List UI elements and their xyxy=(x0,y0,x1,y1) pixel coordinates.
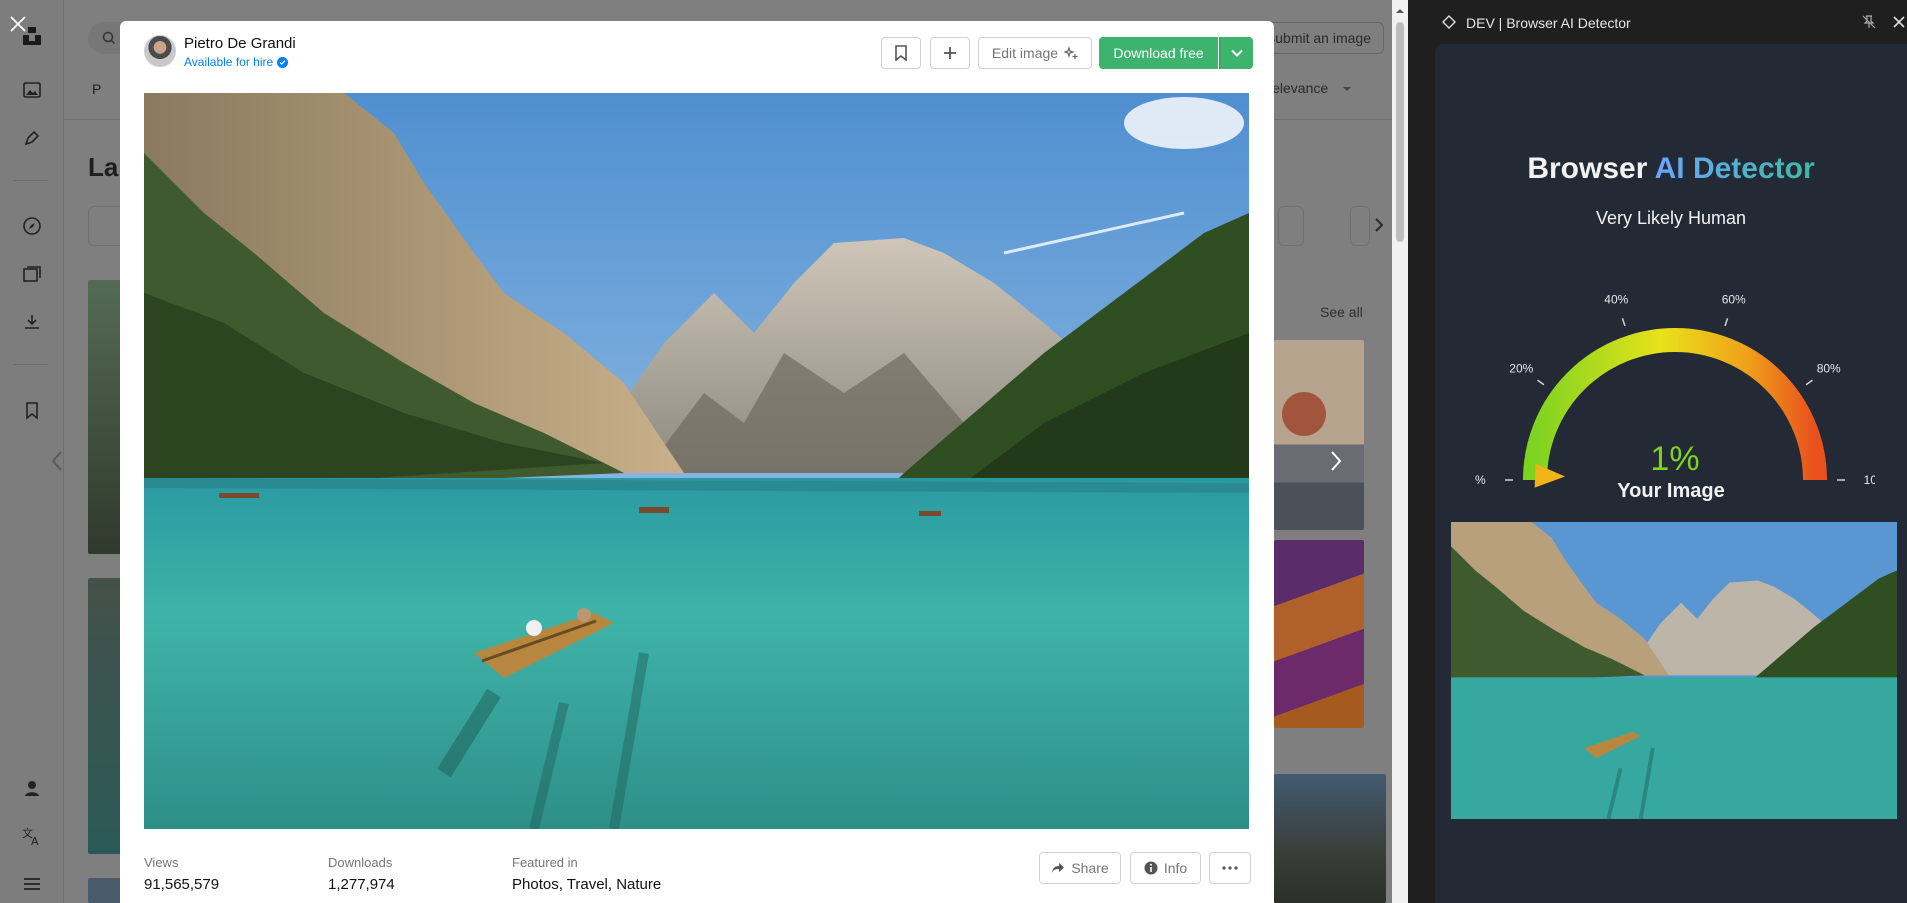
gauge-tick-mark xyxy=(1621,318,1626,327)
chevron-down-icon xyxy=(1230,49,1243,57)
caret-down-icon xyxy=(1343,87,1352,91)
info-icon xyxy=(1144,861,1158,875)
verdict-text: Very Likely Human xyxy=(1595,208,1747,228)
download-options-button[interactable] xyxy=(1219,37,1253,69)
photos-icon[interactable] xyxy=(20,78,44,102)
extension-logo-icon xyxy=(1442,15,1456,29)
see-all-link[interactable]: See all xyxy=(1320,304,1363,320)
scroll-up-arrow-icon[interactable] xyxy=(1395,6,1405,16)
your-image-heading: Your Image xyxy=(1617,480,1725,502)
close-panel-icon[interactable] xyxy=(1892,15,1906,29)
chevron-right-icon xyxy=(1331,451,1342,471)
gauge-tick-label: 20% xyxy=(1509,361,1533,375)
bookmark-icon[interactable] xyxy=(20,398,44,422)
edit-image-button[interactable]: Edit image xyxy=(978,37,1092,69)
tab-photos-partial[interactable]: P xyxy=(92,81,101,97)
downloads-label: Downloads xyxy=(328,855,393,870)
thumbnail[interactable] xyxy=(1274,540,1364,728)
ai-probability-gauge: 0%20%40%60%80%100% 1% xyxy=(1475,292,1875,488)
info-label: Info xyxy=(1163,860,1188,876)
gauge-value-label: 1% xyxy=(1650,440,1699,478)
scrollbar-thumb[interactable] xyxy=(1396,22,1404,242)
ellipsis-icon xyxy=(1222,866,1238,870)
more-options-button[interactable] xyxy=(1209,852,1251,884)
next-image-button[interactable] xyxy=(1321,446,1351,476)
info-button[interactable]: Info xyxy=(1130,852,1201,884)
share-button[interactable]: Share xyxy=(1039,852,1121,884)
thumbnail[interactable] xyxy=(88,578,122,854)
main-photo[interactable] xyxy=(144,93,1249,829)
chevron-right-icon[interactable] xyxy=(1374,218,1384,232)
gauge-tick-mark xyxy=(1805,379,1813,386)
views-stat: Views 91,565,579 xyxy=(144,855,219,893)
close-icon[interactable] xyxy=(8,14,28,34)
panel-title: DEV | Browser AI Detector xyxy=(1466,15,1631,31)
svg-text:A: A xyxy=(31,835,39,846)
filter-pill[interactable] xyxy=(1278,206,1304,246)
thumbnail-sun-shape xyxy=(1282,392,1326,436)
featured-label: Featured in xyxy=(512,855,578,870)
search-icon xyxy=(102,31,116,45)
section-title-partial: La xyxy=(88,152,119,182)
photo-modal: Pietro De Grandi Available for hire Edit… xyxy=(120,21,1274,903)
edit-image-label: Edit image xyxy=(991,45,1059,61)
previous-image-button[interactable] xyxy=(42,446,72,476)
bookmark-button[interactable] xyxy=(881,37,921,69)
analyzed-image-thumbnail xyxy=(1451,522,1897,819)
downloads-stat: Downloads 1,277,974 xyxy=(328,855,395,893)
author-name[interactable]: Pietro De Grandi xyxy=(184,35,296,52)
views-label: Views xyxy=(144,855,179,870)
compass-icon[interactable] xyxy=(20,214,44,238)
sort-dropdown[interactable]: Relevance xyxy=(1262,80,1352,96)
featured-value[interactable]: Photos, Travel, Nature xyxy=(512,876,661,893)
menu-icon[interactable] xyxy=(20,872,44,896)
bookmark-icon xyxy=(895,45,907,61)
gauge-tick-mark xyxy=(1537,379,1545,386)
rail-divider xyxy=(14,364,48,365)
gauge-tick-label: 80% xyxy=(1817,361,1841,375)
verified-icon xyxy=(277,56,289,68)
avatar[interactable] xyxy=(144,35,176,67)
chevron-left-icon xyxy=(51,451,62,471)
download-icon[interactable] xyxy=(20,310,44,334)
rail-divider xyxy=(14,180,48,181)
heading-white-text: Browser xyxy=(1527,152,1655,185)
gauge-tick-label: 40% xyxy=(1604,292,1628,306)
add-to-collection-button[interactable] xyxy=(930,37,970,69)
heading-accent-text: AI Detector xyxy=(1654,152,1815,185)
filter-pill[interactable] xyxy=(1350,206,1370,246)
page-scrollbar[interactable] xyxy=(1392,0,1408,903)
detector-panel-body: Browser AI Detector Very Likely Human 0%… xyxy=(1435,44,1907,903)
downloads-value: 1,277,974 xyxy=(328,876,395,893)
views-value: 91,565,579 xyxy=(144,876,220,893)
thumbnail[interactable] xyxy=(1274,340,1364,530)
unpin-icon[interactable] xyxy=(1862,15,1876,29)
share-icon xyxy=(1052,863,1065,873)
share-label: Share xyxy=(1071,860,1109,876)
pen-icon[interactable] xyxy=(20,126,44,150)
thumbnail[interactable] xyxy=(88,280,122,554)
thumbnail[interactable] xyxy=(88,878,122,903)
sparkle-icon xyxy=(1064,46,1078,59)
featured-stat: Featured in Photos, Travel, Nature xyxy=(512,855,661,893)
plus-icon xyxy=(944,47,956,59)
gauge-tick-mark xyxy=(1724,318,1729,327)
translate-icon[interactable]: 文A xyxy=(20,824,44,848)
available-for-hire-link[interactable]: Available for hire xyxy=(184,55,289,69)
gauge-tick-label: 60% xyxy=(1722,292,1746,306)
detector-heading: Browser AI Detector xyxy=(1435,152,1907,186)
thumbnail[interactable] xyxy=(1274,774,1386,903)
download-free-button[interactable]: Download free xyxy=(1099,37,1218,69)
hire-label: Available for hire xyxy=(184,55,274,69)
collections-icon[interactable] xyxy=(20,262,44,286)
extension-side-panel: DEV | Browser AI Detector Browser AI Det… xyxy=(1408,0,1907,903)
account-icon[interactable] xyxy=(20,776,44,800)
